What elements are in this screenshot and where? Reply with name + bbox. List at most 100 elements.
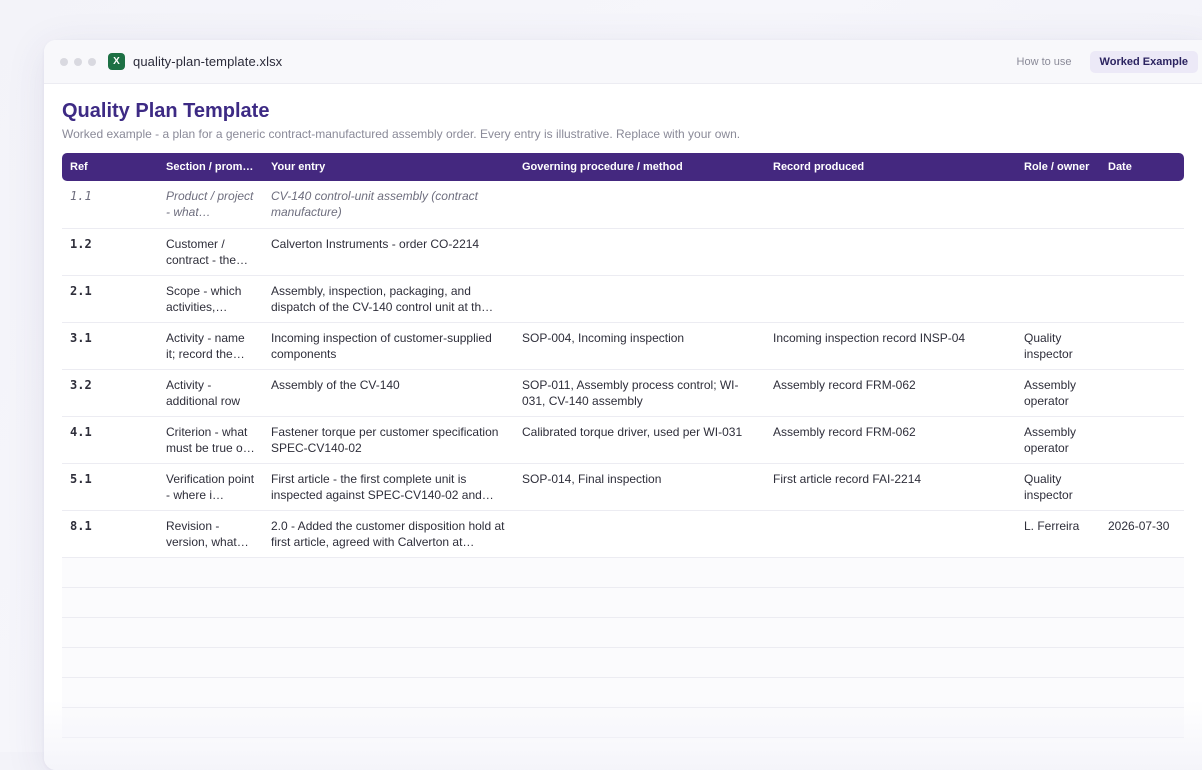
cell-record[interactable]: First article record FAI-2214 <box>765 463 1016 511</box>
cell-record[interactable] <box>765 181 1016 229</box>
cell-section[interactable]: Activity - additional row <box>158 369 263 417</box>
cell-date[interactable] <box>1100 181 1184 229</box>
cell-role[interactable]: L. Ferreira <box>1016 510 1100 558</box>
empty-cell[interactable] <box>1016 647 1100 678</box>
column-header-section[interactable]: Section / prom… <box>158 153 263 181</box>
cell-section[interactable]: Revision - version, what… <box>158 510 263 558</box>
cell-date[interactable] <box>1100 416 1184 464</box>
empty-cell[interactable] <box>158 617 263 648</box>
cell-entry[interactable]: Fastener torque per customer specificati… <box>263 416 514 464</box>
cell-record[interactable] <box>765 510 1016 558</box>
empty-cell[interactable] <box>1100 647 1184 678</box>
cell-entry[interactable]: 2.0 - Added the customer disposition hol… <box>263 510 514 558</box>
empty-cell[interactable] <box>1100 677 1184 708</box>
cell-date[interactable] <box>1100 228 1184 276</box>
cell-ref[interactable]: 3.2 <box>62 369 158 417</box>
empty-cell[interactable] <box>158 587 263 618</box>
empty-cell[interactable] <box>1016 707 1100 738</box>
empty-cell[interactable] <box>514 557 765 588</box>
cell-procedure[interactable] <box>514 181 765 229</box>
column-header-procedure[interactable]: Governing procedure / method <box>514 153 765 181</box>
cell-procedure[interactable] <box>514 510 765 558</box>
cell-ref[interactable]: 5.1 <box>62 463 158 511</box>
empty-cell[interactable] <box>263 707 514 738</box>
empty-cell[interactable] <box>62 707 158 738</box>
tab-worked-example[interactable]: Worked Example <box>1089 51 1198 73</box>
empty-cell[interactable] <box>514 617 765 648</box>
cell-ref[interactable]: 2.1 <box>62 275 158 323</box>
cell-procedure[interactable] <box>514 228 765 276</box>
empty-cell[interactable] <box>765 647 1016 678</box>
cell-role[interactable]: Assembly operator <box>1016 416 1100 464</box>
close-dot-icon[interactable] <box>60 57 68 66</box>
minimize-dot-icon[interactable] <box>74 57 82 66</box>
cell-entry[interactable]: Assembly, inspection, packaging, and dis… <box>263 275 514 323</box>
empty-cell[interactable] <box>158 647 263 678</box>
column-header-entry[interactable]: Your entry <box>263 153 514 181</box>
empty-cell[interactable] <box>514 677 765 708</box>
empty-cell[interactable] <box>158 677 263 708</box>
cell-date[interactable] <box>1100 369 1184 417</box>
cell-ref[interactable]: 4.1 <box>62 416 158 464</box>
cell-entry[interactable]: Assembly of the CV-140 <box>263 369 514 417</box>
empty-cell[interactable] <box>514 707 765 738</box>
column-header-date[interactable]: Date <box>1100 153 1184 181</box>
empty-cell[interactable] <box>62 647 158 678</box>
cell-role[interactable]: Quality inspector <box>1016 322 1100 370</box>
cell-section[interactable]: Verification point - where i… <box>158 463 263 511</box>
cell-section[interactable]: Customer / contract - the… <box>158 228 263 276</box>
empty-cell[interactable] <box>1100 707 1184 738</box>
empty-cell[interactable] <box>62 617 158 648</box>
empty-cell[interactable] <box>514 647 765 678</box>
cell-date[interactable] <box>1100 275 1184 323</box>
empty-cell[interactable] <box>1016 557 1100 588</box>
cell-date[interactable] <box>1100 322 1184 370</box>
cell-procedure[interactable]: SOP-014, Final inspection <box>514 463 765 511</box>
empty-cell[interactable] <box>765 677 1016 708</box>
cell-section[interactable]: Product / project - what… <box>158 181 263 229</box>
cell-ref[interactable]: 1.2 <box>62 228 158 276</box>
empty-cell[interactable] <box>1100 557 1184 588</box>
empty-cell[interactable] <box>765 557 1016 588</box>
cell-procedure[interactable]: Calibrated torque driver, used per WI-03… <box>514 416 765 464</box>
cell-procedure[interactable] <box>514 275 765 323</box>
column-header-ref[interactable]: Ref <box>62 153 158 181</box>
empty-cell[interactable] <box>158 707 263 738</box>
cell-record[interactable] <box>765 228 1016 276</box>
empty-cell[interactable] <box>1100 617 1184 648</box>
empty-cell[interactable] <box>765 617 1016 648</box>
empty-cell[interactable] <box>1016 587 1100 618</box>
cell-section[interactable]: Criterion - what must be true o… <box>158 416 263 464</box>
empty-cell[interactable] <box>263 557 514 588</box>
empty-cell[interactable] <box>158 557 263 588</box>
cell-procedure[interactable]: SOP-011, Assembly process control; WI-03… <box>514 369 765 417</box>
cell-entry[interactable]: CV-140 control-unit assembly (contract m… <box>263 181 514 229</box>
empty-cell[interactable] <box>263 677 514 708</box>
empty-cell[interactable] <box>62 677 158 708</box>
cell-date[interactable]: 2026-07-30 <box>1100 510 1184 558</box>
empty-cell[interactable] <box>263 647 514 678</box>
cell-ref[interactable]: 8.1 <box>62 510 158 558</box>
cell-role[interactable]: Quality inspector <box>1016 463 1100 511</box>
cell-record[interactable]: Incoming inspection record INSP-04 <box>765 322 1016 370</box>
empty-cell[interactable] <box>62 557 158 588</box>
tab-how-to-use[interactable]: How to use <box>1007 51 1082 73</box>
empty-cell[interactable] <box>62 587 158 618</box>
cell-section[interactable]: Activity - name it; record the… <box>158 322 263 370</box>
empty-cell[interactable] <box>263 587 514 618</box>
cell-record[interactable]: Assembly record FRM-062 <box>765 416 1016 464</box>
cell-role[interactable] <box>1016 181 1100 229</box>
cell-role[interactable]: Assembly operator <box>1016 369 1100 417</box>
empty-cell[interactable] <box>765 707 1016 738</box>
cell-role[interactable] <box>1016 275 1100 323</box>
column-header-role[interactable]: Role / owner <box>1016 153 1100 181</box>
cell-entry[interactable]: Incoming inspection of customer-supplied… <box>263 322 514 370</box>
empty-cell[interactable] <box>1100 587 1184 618</box>
maximize-dot-icon[interactable] <box>88 57 96 66</box>
cell-date[interactable] <box>1100 463 1184 511</box>
cell-record[interactable]: Assembly record FRM-062 <box>765 369 1016 417</box>
empty-cell[interactable] <box>1016 617 1100 648</box>
cell-entry[interactable]: First article - the first complete unit … <box>263 463 514 511</box>
empty-cell[interactable] <box>263 617 514 648</box>
cell-ref[interactable]: 1.1 <box>62 181 158 229</box>
